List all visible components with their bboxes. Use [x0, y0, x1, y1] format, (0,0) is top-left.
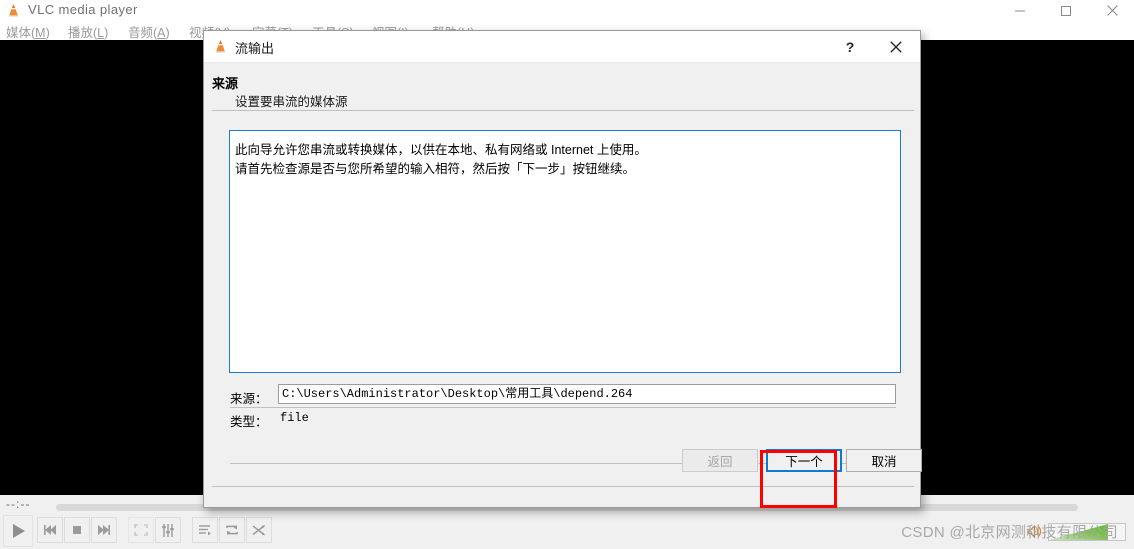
next-button[interactable]: 下一个	[766, 449, 842, 472]
info-line-1: 此向导允许您串流或转换媒体，以供在本地、私有网络或 Internet 上使用。	[235, 143, 647, 157]
info-line-2: 请首先检查源是否与您所希望的输入相符，然后按「下一步」按钮继续。	[235, 162, 636, 176]
source-path-input[interactable]: C:\Users\Administrator\Desktop\常用工具\depe…	[278, 384, 896, 404]
menu-media[interactable]: 媒体(M)	[6, 22, 50, 41]
speaker-icon[interactable]	[1026, 523, 1043, 540]
menu-media-mnemonic: M	[35, 26, 46, 40]
footer-divider	[212, 486, 914, 487]
vlc-cone-icon	[6, 3, 21, 18]
next-track-button[interactable]	[91, 517, 117, 543]
previous-track-button[interactable]	[37, 517, 63, 543]
back-button[interactable]: 返回	[682, 449, 758, 472]
volume-slider-fill	[1049, 524, 1109, 540]
cancel-button[interactable]: 取消	[846, 449, 922, 472]
menu-playback[interactable]: 播放(L)	[68, 22, 108, 41]
shuffle-button[interactable]	[246, 517, 272, 543]
stop-button[interactable]	[64, 517, 90, 543]
volume-slider[interactable]	[1048, 523, 1126, 541]
window-titlebar: VLC media player	[0, 0, 1134, 21]
menu-audio-label: 音频(	[128, 26, 158, 40]
close-button[interactable]	[1090, 0, 1134, 21]
minimize-button[interactable]	[998, 0, 1042, 21]
dialog-step-subtitle: 设置要串流的媒体源	[235, 95, 348, 109]
stream-output-dialog: 流输出 ? 来源 设置要串流的媒体源 此向导允许您串流或转换媒体，以供在本地、私…	[203, 30, 922, 508]
vlc-cone-icon	[213, 39, 228, 54]
maximize-button[interactable]	[1044, 0, 1088, 21]
menu-audio-mnemonic: A	[157, 26, 166, 40]
dialog-step-title: 来源	[212, 76, 239, 91]
volume-control[interactable]	[1008, 519, 1128, 545]
loop-button[interactable]	[219, 517, 245, 543]
play-button[interactable]	[3, 515, 33, 547]
elapsed-time-label: --:--	[6, 497, 31, 511]
window-title: VLC media player	[28, 2, 138, 17]
menu-audio[interactable]: 音频(A)	[128, 22, 170, 41]
type-value: file	[280, 411, 309, 425]
info-panel: 此向导允许您串流或转换媒体，以供在本地、私有网络或 Internet 上使用。 …	[229, 130, 901, 373]
playlist-button[interactable]	[192, 517, 218, 543]
source-section-divider-top	[230, 407, 896, 408]
dialog-titlebar: 流输出 ?	[204, 31, 920, 63]
fullscreen-button[interactable]	[128, 517, 154, 543]
menu-media-tail: )	[45, 26, 50, 40]
menu-audio-tail: )	[165, 26, 170, 40]
equalizer-button[interactable]	[155, 517, 181, 543]
source-label: 来源：	[230, 392, 268, 406]
transport-toolbar	[0, 515, 1134, 549]
dialog-title: 流输出	[235, 41, 275, 56]
dialog-close-button[interactable]	[874, 31, 918, 62]
type-label: 类型：	[230, 415, 268, 429]
vlc-application-window: VLC media player 媒体(M) 播放(L) 音频(A) 视频(V)…	[0, 0, 1134, 549]
dialog-header: 来源 设置要串流的媒体源	[204, 63, 920, 111]
menu-playback-tail: )	[104, 26, 109, 40]
menu-playback-label: 播放(	[68, 26, 98, 40]
help-button[interactable]: ?	[828, 31, 872, 62]
header-divider	[212, 110, 914, 111]
menu-media-label: 媒体(	[6, 26, 36, 40]
